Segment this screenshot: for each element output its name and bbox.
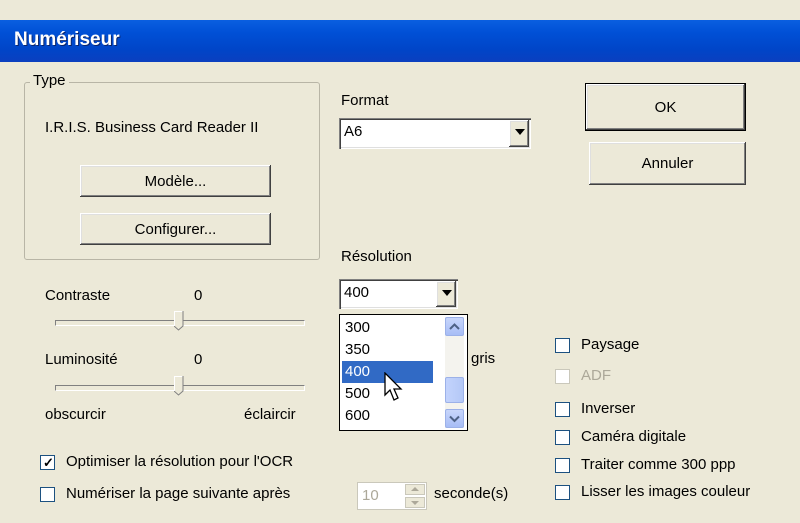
treat-as-300dpi-label: Traiter comme 300 ppp <box>581 456 736 473</box>
arrow-up-icon[interactable] <box>445 317 464 336</box>
scanner-dialog: Numériseur Type I.R.I.S. Business Card R… <box>0 0 800 523</box>
resolution-list-scrollbar[interactable] <box>445 317 464 428</box>
window-title: Numériseur <box>14 29 120 50</box>
seconds-unit-label: seconde(s) <box>434 485 509 502</box>
treat-as-300dpi-checkbox[interactable] <box>555 458 570 473</box>
smooth-color-checkbox[interactable] <box>555 485 570 500</box>
adf-checkbox <box>555 369 570 384</box>
brightness-label: Luminosité <box>45 351 118 368</box>
seconds-value: 10 <box>362 487 379 504</box>
invert-checkbox[interactable] <box>555 402 570 417</box>
brightness-value: 0 <box>194 351 203 368</box>
brightness-min-label: obscurcir <box>45 406 106 423</box>
smooth-color-label: Lisser les images couleur <box>581 483 751 500</box>
scan-next-page-label: Numériser la page suivante après <box>66 485 291 502</box>
ok-button[interactable]: OK <box>585 83 746 131</box>
arrow-down-icon[interactable] <box>445 409 464 428</box>
device-name: I.R.I.S. Business Card Reader II <box>45 119 259 136</box>
optimize-ocr-label: Optimiser la résolution pour l'OCR <box>66 453 294 470</box>
resolution-option-600[interactable]: 600 <box>342 405 433 427</box>
adf-label: ADF <box>581 367 611 384</box>
resolution-option-300[interactable]: 300 <box>342 317 433 339</box>
contrast-value: 0 <box>194 287 203 304</box>
format-label: Format <box>341 92 389 109</box>
spinner-up-icon <box>405 484 425 495</box>
resolution-value: 400 <box>344 284 370 301</box>
cancel-button[interactable]: Annuler <box>589 142 746 185</box>
scrollbar-thumb[interactable] <box>445 377 464 403</box>
format-combobox[interactable]: A6 <box>339 118 531 149</box>
contrast-slider-thumb[interactable] <box>174 311 184 331</box>
chevron-down-icon <box>515 129 525 135</box>
format-dropdown-button[interactable] <box>509 120 529 147</box>
title-bar[interactable]: Numériseur <box>0 20 800 62</box>
digital-camera-checkbox[interactable] <box>555 430 570 445</box>
brightness-max-label: éclaircir <box>244 406 296 423</box>
resolution-combobox[interactable]: 400 <box>339 279 458 309</box>
resolution-label: Résolution <box>341 248 412 265</box>
type-legend: Type <box>30 72 69 89</box>
invert-label: Inverser <box>581 400 636 417</box>
seconds-spinner: 10 <box>357 482 427 510</box>
spinner-down-icon <box>405 497 425 508</box>
grayscale-partial-label: gris <box>471 350 496 367</box>
format-value: A6 <box>344 123 363 140</box>
resolution-option-350[interactable]: 350 <box>342 339 433 361</box>
chevron-down-icon <box>442 290 452 296</box>
landscape-checkbox[interactable] <box>555 338 570 353</box>
checkmark-icon: ✓ <box>43 455 54 470</box>
optimize-ocr-checkbox[interactable]: ✓ <box>40 455 55 470</box>
configure-button[interactable]: Configurer... <box>80 213 271 245</box>
scan-next-page-checkbox[interactable] <box>40 487 55 502</box>
landscape-label: Paysage <box>581 336 640 353</box>
mouse-pointer-icon <box>384 372 403 401</box>
contrast-label: Contraste <box>45 287 111 304</box>
digital-camera-label: Caméra digitale <box>581 428 687 445</box>
resolution-dropdown-button[interactable] <box>436 281 456 307</box>
brightness-slider-thumb[interactable] <box>174 376 184 396</box>
model-button[interactable]: Modèle... <box>80 165 271 197</box>
